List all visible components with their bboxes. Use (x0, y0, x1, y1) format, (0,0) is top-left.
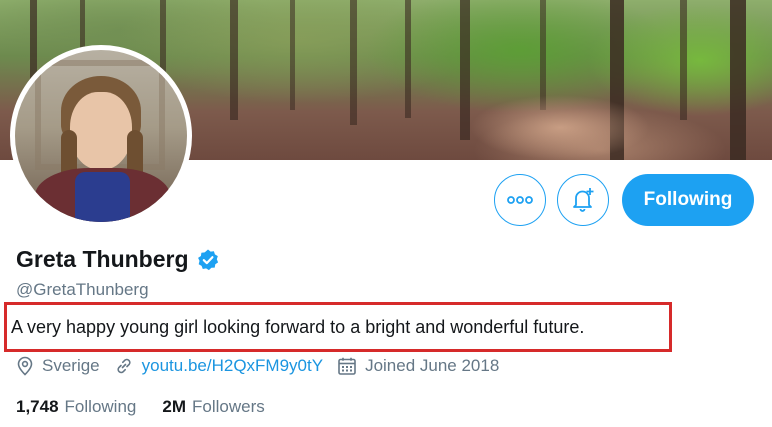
following-button-label: Following (643, 189, 733, 210)
notifications-button[interactable] (557, 174, 609, 226)
following-count: 1,748 (16, 397, 59, 416)
followers-stat[interactable]: 2M Followers (162, 397, 264, 417)
more-options-button[interactable] (494, 174, 546, 226)
following-label: Following (64, 397, 137, 416)
location-pin-icon (17, 356, 33, 376)
display-name-row: Greta Thunberg (16, 246, 220, 273)
location-text: Sverige (42, 356, 100, 375)
location-item: Sverige (16, 356, 100, 376)
followers-label: Followers (191, 397, 265, 416)
joined-item: Joined June 2018 (337, 356, 499, 376)
bio-text: A very happy young girl looking forward … (11, 317, 585, 337)
bell-plus-icon (573, 188, 594, 212)
joined-text: Joined June 2018 (365, 356, 500, 375)
profile-avatar[interactable] (10, 45, 192, 227)
avatar-image (15, 50, 187, 222)
profile-meta: Sverige youtu.be/H2QxFM9y0tY Joined June… (16, 356, 513, 376)
following-stat[interactable]: 1,748 Following (16, 397, 136, 417)
website-link[interactable]: youtu.be/H2QxFM9y0tY (142, 356, 323, 376)
more-icon (507, 196, 533, 204)
follow-stats: 1,748 Following 2M Followers (16, 397, 291, 417)
followers-count: 2M (162, 397, 186, 416)
handle: @GretaThunberg (16, 280, 149, 299)
following-button[interactable]: Following (622, 174, 754, 226)
profile-header: Following Greta Thunberg @GretaThunberg … (0, 0, 772, 427)
website-item[interactable]: youtu.be/H2QxFM9y0tY (114, 356, 323, 376)
verified-badge-icon (197, 249, 218, 270)
link-icon (117, 358, 131, 374)
calendar-icon (338, 357, 356, 375)
display-name: Greta Thunberg (16, 246, 189, 272)
